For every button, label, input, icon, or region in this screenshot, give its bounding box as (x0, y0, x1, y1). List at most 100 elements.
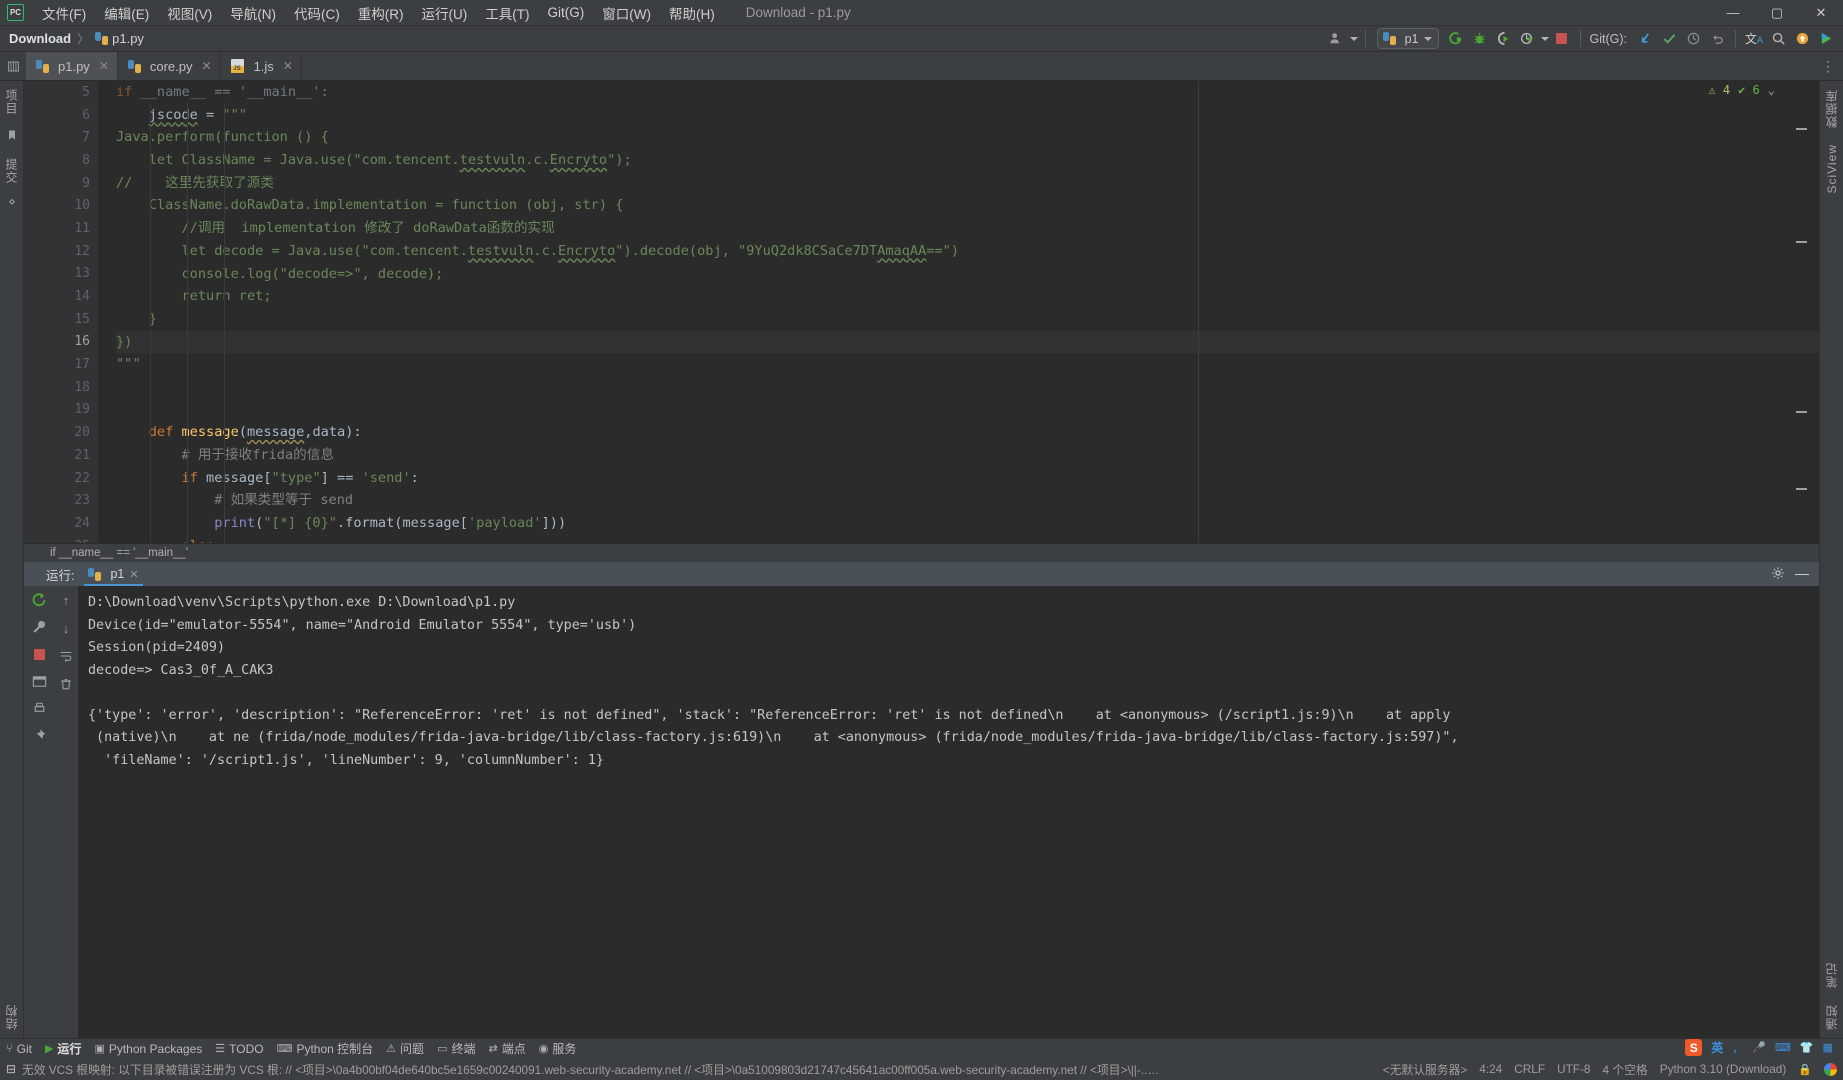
code-line-20[interactable]: def message(message,data): (116, 421, 1819, 444)
menu-item-8[interactable]: Git(G) (539, 2, 594, 23)
user-icon[interactable] (1326, 28, 1348, 50)
code-line-24[interactable]: print("[*] {0}".format(message['payload'… (116, 512, 1819, 535)
code-editor[interactable]: 56–7891011121314151617–181920–2122–2324–… (24, 81, 1819, 543)
shirt-icon[interactable]: 👕 (1800, 1041, 1814, 1054)
google-icon[interactable] (1824, 1062, 1837, 1076)
chevron-down-icon[interactable] (1423, 36, 1432, 41)
pin-icon[interactable] (30, 726, 48, 744)
scrollbar-markers[interactable] (1795, 81, 1807, 543)
gear-icon[interactable] (1771, 566, 1785, 583)
code-line-9[interactable]: // 这里先获取了源类 (116, 172, 1819, 195)
bottom-tab-Git[interactable]: ⑂ Git (6, 1042, 32, 1056)
status-item-0[interactable]: <无默认服务器> (1383, 1061, 1468, 1078)
close-button[interactable]: ✕ (1799, 0, 1843, 26)
comma-icon[interactable]: ， (1732, 1040, 1743, 1056)
menu-item-7[interactable]: 工具(T) (476, 0, 538, 26)
gutter-line-15[interactable]: 15 (24, 308, 118, 331)
run-tab-p1[interactable]: p1 ✕ (82, 562, 144, 586)
user-chevron-down-icon[interactable] (1349, 36, 1358, 41)
code-line-5[interactable]: if __name__ == '__main__': (116, 81, 1819, 104)
structure-icon[interactable] (6, 192, 18, 219)
lock-icon[interactable]: 🔒 (1798, 1063, 1812, 1076)
editor-tab-p1[interactable]: p1.py ✕ (26, 52, 118, 80)
bottom-tab-端点[interactable]: ⇄ 端点 (488, 1040, 525, 1057)
soft-wrap-icon[interactable] (57, 647, 75, 665)
code-line-6[interactable]: jscode = """ (116, 104, 1819, 127)
gutter-line-19[interactable]: 19 (24, 399, 98, 422)
gutter-line-10[interactable]: 10 (24, 194, 98, 217)
status-item-2[interactable]: CRLF (1514, 1062, 1545, 1076)
git-update-icon[interactable] (1634, 28, 1656, 50)
apps-icon[interactable]: ▦ (1823, 1041, 1833, 1054)
print-icon[interactable] (30, 699, 48, 717)
menu-item-6[interactable]: 运行(U) (413, 0, 477, 26)
menu-item-2[interactable]: 视图(V) (158, 0, 221, 26)
gutter-line-20[interactable]: 20– (24, 421, 109, 444)
code-line-25[interactable]: else: (116, 535, 1819, 543)
ide-play-icon[interactable] (1815, 28, 1837, 50)
close-icon[interactable]: ✕ (129, 568, 138, 581)
settings-wrench-icon[interactable] (30, 618, 48, 636)
console-output[interactable]: D:\Download\venv\Scripts\python.exe D:\D… (78, 586, 1819, 1038)
tool-window-commit[interactable]: 提交 (3, 150, 20, 192)
bottom-tab-Python Packages[interactable]: ▣ Python Packages (94, 1042, 202, 1056)
translate-icon[interactable]: 文A (1743, 28, 1765, 50)
minimize-button[interactable]: — (1711, 0, 1755, 26)
gutter-line-5[interactable]: 5 (24, 81, 98, 104)
git-commit-icon[interactable] (1658, 28, 1680, 50)
close-icon[interactable]: ✕ (99, 59, 109, 73)
code-line-21[interactable]: # 用于接收frida的信息 (116, 444, 1819, 467)
layout-icon[interactable] (30, 672, 48, 690)
bottom-tab-Python 控制台[interactable]: ⌨ Python 控制台 (277, 1040, 374, 1057)
coverage-button[interactable] (1493, 28, 1515, 50)
status-item-4[interactable]: 4 个空格 (1602, 1061, 1647, 1078)
status-item-3[interactable]: UTF-8 (1557, 1062, 1590, 1076)
run-button[interactable] (1445, 28, 1467, 50)
mic-icon[interactable]: 🎤 (1752, 1041, 1766, 1054)
code-line-18[interactable] (116, 376, 1819, 399)
code-line-19[interactable] (116, 399, 1819, 422)
keyboard-icon[interactable]: ⌨ (1775, 1041, 1791, 1054)
bottom-tab-问题[interactable]: ⚠ 问题 (386, 1040, 424, 1057)
menu-item-1[interactable]: 编辑(E) (95, 0, 158, 26)
tool-window-project[interactable]: 项目 (3, 81, 20, 123)
scroll-down-icon[interactable]: ↓ (57, 619, 75, 637)
maximize-button[interactable]: ▢ (1755, 0, 1799, 26)
sogou-ime-icon[interactable]: S (1685, 1039, 1703, 1056)
bottom-tab-服务[interactable]: ◉ 服务 (539, 1040, 577, 1057)
debug-button[interactable] (1469, 28, 1491, 50)
code-line-7[interactable]: Java.perform(function () { (116, 126, 1819, 149)
bottom-tab-运行[interactable]: ▶ 运行 (45, 1040, 81, 1057)
menu-item-4[interactable]: 代码(C) (285, 0, 349, 26)
search-icon[interactable] (1767, 28, 1789, 50)
tool-window-database[interactable]: 数据库 (1823, 81, 1840, 136)
ime-mode-label[interactable]: 英 (1711, 1039, 1723, 1056)
gutter-line-25[interactable]: 25 (24, 535, 98, 543)
rerun-icon[interactable] (30, 591, 48, 609)
gutter-line-14[interactable]: 14 (24, 285, 98, 308)
menu-item-0[interactable]: 文件(F) (33, 0, 95, 26)
menu-item-3[interactable]: 导航(N) (221, 0, 285, 26)
editor-tab-1js[interactable]: 1.js ✕ (220, 52, 302, 80)
project-view-icon[interactable] (0, 52, 26, 80)
gutter-line-11[interactable]: 11 (24, 217, 98, 240)
gutter-line-21[interactable]: 21 (24, 444, 98, 467)
trash-icon[interactable] (57, 675, 75, 693)
gutter-line-18[interactable]: 18 (24, 376, 98, 399)
close-icon[interactable]: ✕ (202, 59, 212, 73)
tool-window-notes[interactable]: 笔记 (1823, 954, 1840, 996)
minimize-icon[interactable]: — (1795, 566, 1809, 583)
tab-options-icon[interactable]: ⋮ (1821, 58, 1835, 75)
gutter-line-16[interactable]: 16 (24, 331, 98, 354)
code-line-14[interactable]: return ret; (116, 285, 1819, 308)
run-configuration-selector[interactable]: p1 (1376, 28, 1439, 49)
stop-button[interactable] (1551, 28, 1573, 50)
git-history-icon[interactable] (1682, 28, 1704, 50)
profile-chevron-down-icon[interactable] (1540, 36, 1549, 41)
code-line-17[interactable]: """ (116, 353, 1819, 376)
status-item-5[interactable]: Python 3.10 (Download) (1660, 1062, 1787, 1076)
gutter-line-12[interactable]: 12 (24, 240, 98, 263)
close-icon[interactable]: ✕ (283, 59, 293, 73)
code-line-10[interactable]: ClassName.doRawData.implementation = fun… (116, 194, 1819, 217)
stop-icon[interactable] (30, 645, 48, 663)
